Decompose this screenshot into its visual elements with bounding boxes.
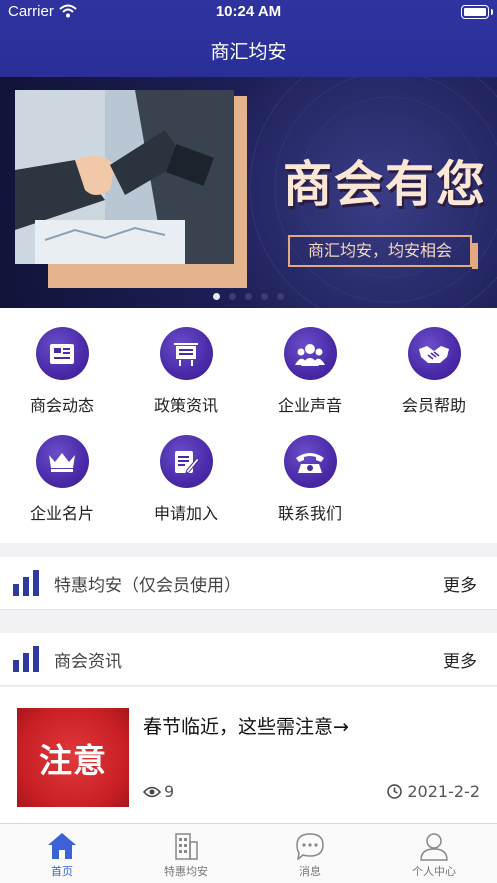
menu-item-apply-join[interactable]: 申请加入 xyxy=(124,435,248,524)
chat-bubble-icon xyxy=(296,833,324,860)
carousel-dot[interactable] xyxy=(245,293,252,300)
tab-special-offers[interactable]: 特惠均安 xyxy=(124,830,248,879)
menu-item-contact-us[interactable]: 联系我们 xyxy=(248,435,372,524)
publish-date: 2021-2-2 xyxy=(387,782,480,801)
building-icon xyxy=(175,833,198,860)
menu-item-label: 申请加入 xyxy=(153,504,218,523)
carousel-dot[interactable] xyxy=(261,293,268,300)
section-title: 商会资讯 xyxy=(54,652,122,672)
tab-profile[interactable]: 个人中心 xyxy=(372,830,496,879)
news-list-item[interactable]: 注意 春节临近，这些需注意→ 9 2021-2-2 xyxy=(0,687,497,823)
menu-item-business-card[interactable]: 企业名片 xyxy=(0,435,124,524)
menu-item-label: 会员帮助 xyxy=(401,396,466,415)
board-icon xyxy=(159,327,213,380)
section-special-offers: 特惠均安（仅会员使用） 更多 xyxy=(0,557,497,610)
banner-carousel[interactable]: 商会有您 商汇均安，均安相会 xyxy=(0,77,497,308)
menu-item-chamber-news[interactable]: 商会动态 xyxy=(0,327,124,416)
menu-item-label: 商会动态 xyxy=(29,396,94,415)
bar-chart-icon xyxy=(13,570,39,596)
section-title: 特惠均安（仅会员使用） xyxy=(54,576,241,596)
banner-tagline: 商汇均安，均安相会 xyxy=(288,235,478,269)
menu-item-label: 企业名片 xyxy=(29,504,94,523)
tab-label: 特惠均安 xyxy=(164,865,208,878)
carousel-dot[interactable] xyxy=(277,293,284,300)
clock-icon xyxy=(387,784,403,799)
view-count-value: 9 xyxy=(164,782,175,801)
handshake-photo xyxy=(15,90,234,264)
news-title: 春节临近，这些需注意→ xyxy=(143,716,349,738)
news-thumbnail: 注意 xyxy=(17,708,129,807)
bottom-tab-bar: 首页 特惠均安 消息 个人中心 xyxy=(0,823,497,883)
page-title: 商汇均安 xyxy=(210,41,287,63)
clock-time: 10:24 AM xyxy=(215,3,282,20)
more-link[interactable]: 更多 xyxy=(443,647,477,672)
thumbnail-text: 注意 xyxy=(39,740,107,780)
battery-icon xyxy=(461,5,493,19)
tab-messages[interactable]: 消息 xyxy=(248,830,372,879)
tab-label: 个人中心 xyxy=(412,865,456,878)
crown-icon xyxy=(35,435,89,488)
menu-item-label: 政策资讯 xyxy=(153,396,218,415)
carousel-dot[interactable] xyxy=(213,293,220,300)
handshake-icon xyxy=(407,327,461,380)
carousel-dot[interactable] xyxy=(229,293,236,300)
section-chamber-news: 商会资讯 更多 xyxy=(0,633,497,686)
publish-date-value: 2021-2-2 xyxy=(407,782,480,801)
edit-note-icon xyxy=(159,435,213,488)
menu-item-label: 联系我们 xyxy=(277,504,342,523)
feature-menu-grid: 商会动态 政策资讯 企业声音 会员帮助 企业名片 申请加入 联系我们 xyxy=(0,308,497,543)
menu-item-enterprise-voice[interactable]: 企业声音 xyxy=(248,327,372,416)
telephone-icon xyxy=(283,435,337,488)
tab-label: 消息 xyxy=(299,865,321,878)
people-group-icon xyxy=(283,327,337,380)
menu-item-label: 企业声音 xyxy=(277,396,342,415)
banner-headline: 商会有您 xyxy=(283,155,488,213)
header-bar: Carrier 10:24 AM 商汇均安 xyxy=(0,0,497,77)
person-icon xyxy=(420,833,448,861)
menu-item-member-help[interactable]: 会员帮助 xyxy=(372,327,496,416)
news-card-icon xyxy=(35,327,89,380)
status-bar: Carrier 10:24 AM xyxy=(0,0,497,26)
tab-label: 首页 xyxy=(51,865,73,878)
eye-icon xyxy=(143,786,161,797)
menu-item-policy-info[interactable]: 政策资讯 xyxy=(124,327,248,416)
bar-chart-icon xyxy=(13,646,39,672)
home-icon xyxy=(48,833,76,859)
view-count: 9 xyxy=(143,782,174,801)
carousel-indicator[interactable] xyxy=(213,293,284,300)
more-link[interactable]: 更多 xyxy=(443,571,477,596)
tab-home[interactable]: 首页 xyxy=(0,830,124,879)
